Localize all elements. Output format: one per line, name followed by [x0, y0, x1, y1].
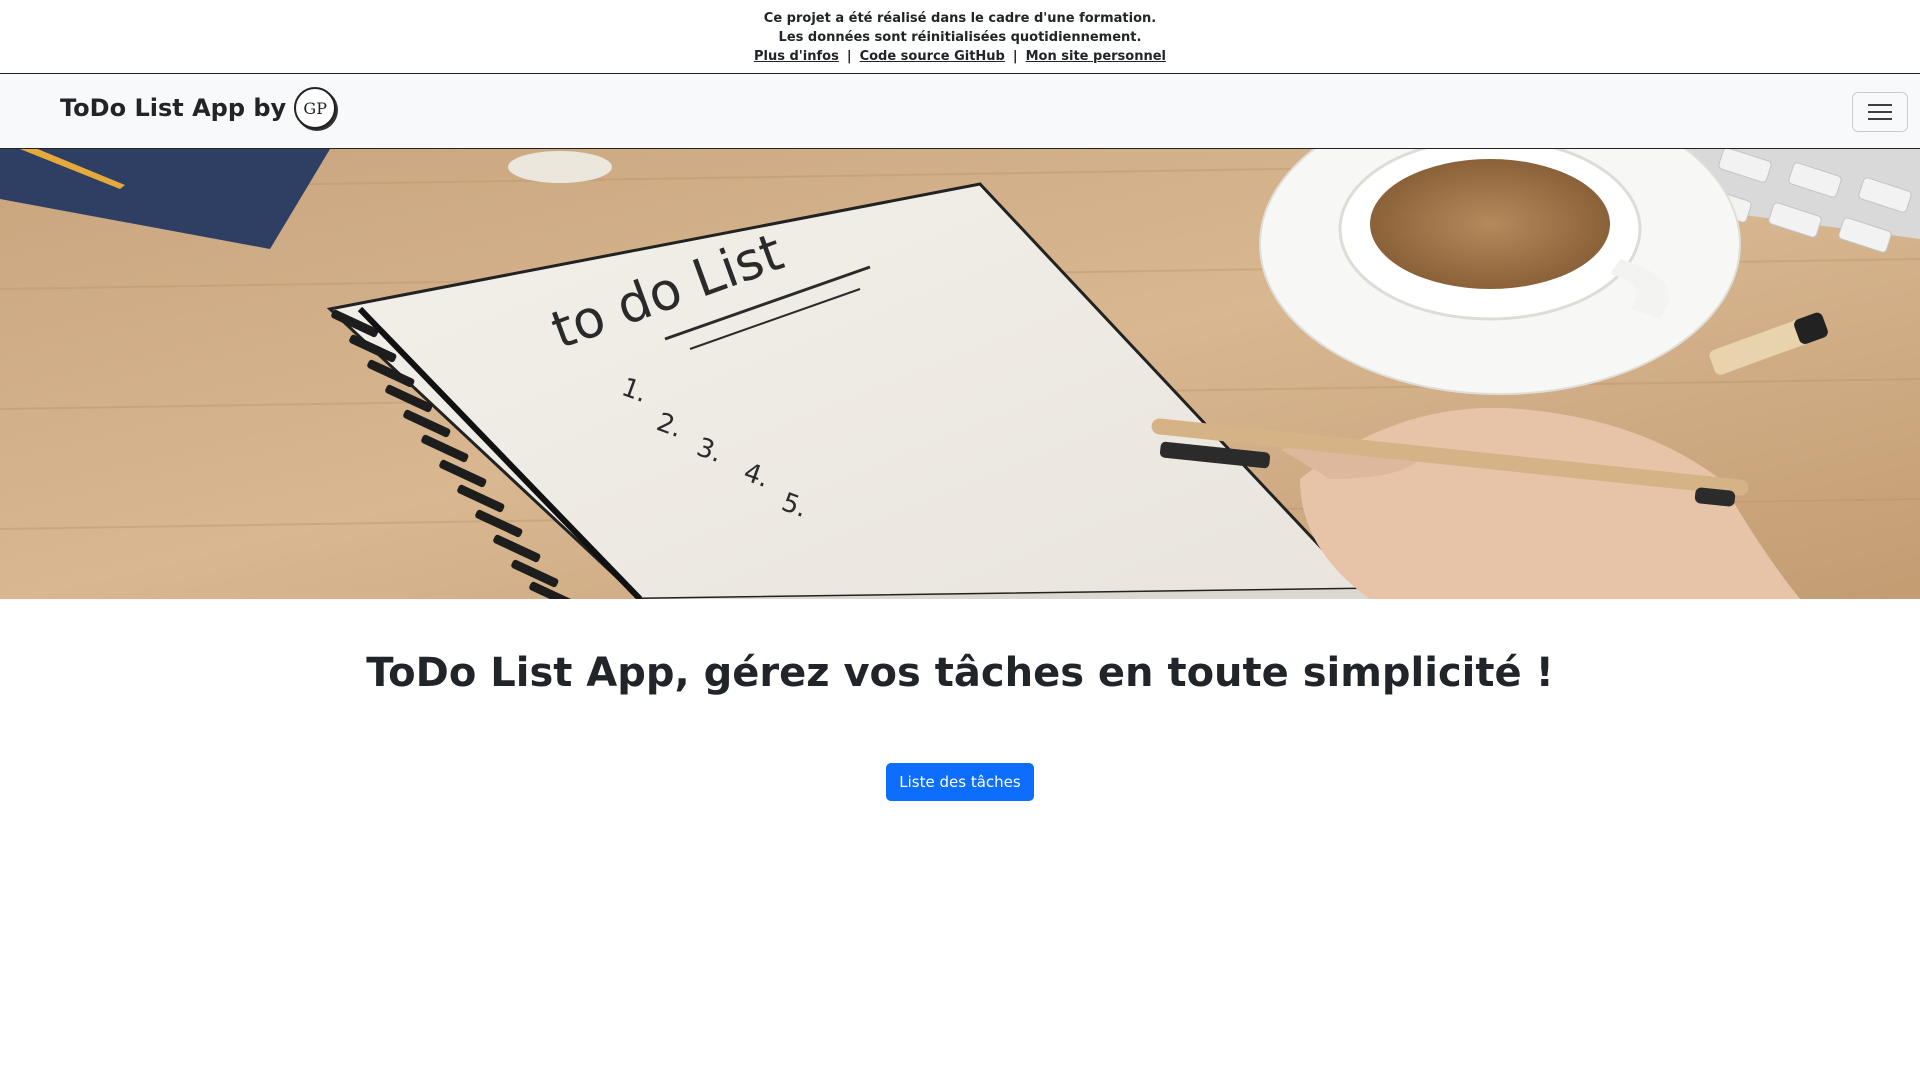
main-content: ToDo List App, gérez vos tâches en toute… — [0, 599, 1920, 801]
notice-banner: Ce projet a été réalisé dans le cadre d'… — [0, 0, 1920, 74]
hero-illustration: to do List 1. 2. 3. 4. 5. — [0, 149, 1920, 599]
personal-site-link[interactable]: Mon site personnel — [1026, 49, 1166, 64]
navbar-brand[interactable]: ToDo List App by GP — [60, 87, 337, 129]
navbar-toggler-button[interactable] — [1852, 92, 1908, 132]
more-info-link[interactable]: Plus d'infos — [754, 49, 839, 64]
notice-links: Plus d'infos | Code source GitHub | Mon site… — [0, 47, 1920, 66]
brand-logo: GP — [294, 87, 337, 129]
hero-image: to do List 1. 2. 3. 4. 5. — [0, 149, 1920, 599]
link-separator: | — [846, 49, 852, 64]
brand-title: ToDo List App by — [60, 94, 287, 122]
page-title: ToDo List App, gérez vos tâches en toute… — [366, 650, 1554, 696]
github-source-link[interactable]: Code source GitHub — [860, 49, 1005, 64]
notice-line-1: Ce projet a été réalisé dans le cadre d'… — [763, 11, 1157, 26]
notice-line-2: Les données sont réinitialisées quotidie… — [778, 30, 1142, 45]
eraser — [508, 151, 612, 183]
navbar: ToDo List App by GP — [0, 74, 1920, 149]
task-list-button[interactable]: Liste des tâches — [886, 763, 1034, 801]
link-separator: | — [1012, 49, 1018, 64]
hamburger-icon — [1868, 104, 1892, 120]
